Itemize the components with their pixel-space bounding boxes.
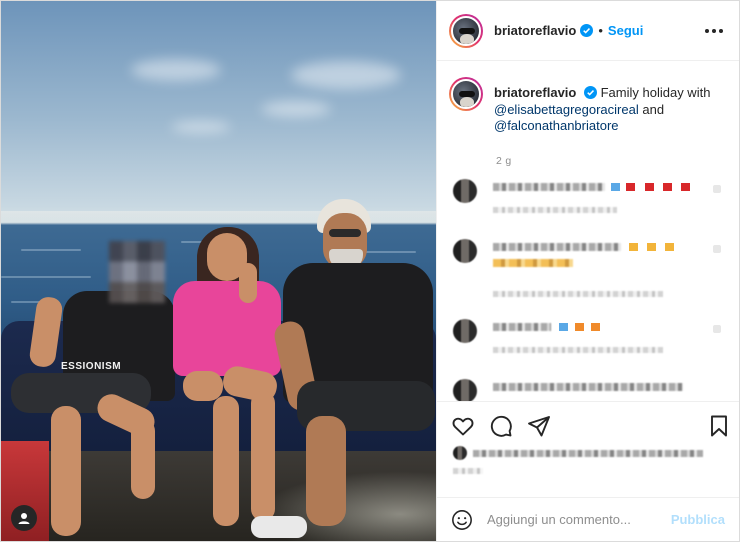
person-right-leg [306,416,346,526]
wave [361,251,416,253]
post-side-panel: briatoreflavio • Segui briatoreflavio Fa… [436,1,739,541]
post-photo[interactable]: ESSIONISM [1,1,436,541]
emoji [681,183,690,191]
caption-body: Family holiday with [600,85,711,100]
comment-item [451,379,727,401]
comment-text [493,259,573,267]
comment-meta [493,347,663,353]
user-avatar[interactable] [449,13,483,48]
emoji [575,323,584,331]
person-middle-sneaker [251,516,307,538]
more-options-icon[interactable] [705,28,723,33]
comment-like-icon[interactable] [713,185,721,193]
emoji [647,243,656,251]
caption-mention[interactable]: @falconathanbriatore [494,118,619,133]
comment-item [451,319,727,359]
emoji [629,243,638,251]
person-right-sunglasses [329,229,361,237]
commenter-avatar[interactable] [453,239,477,263]
emoji [626,183,635,191]
smiley-icon[interactable] [451,509,473,531]
caption-avatar[interactable] [449,77,483,111]
comment-item [451,239,727,299]
comment-item [451,179,727,219]
comment-like-icon[interactable] [713,245,721,253]
publish-button[interactable]: Pubblica [671,512,725,527]
comment-text [493,183,605,191]
person-middle-hand [239,263,257,303]
follow-button[interactable]: Segui [608,23,643,38]
wave [1,276,91,278]
comment-meta [493,291,663,297]
cloud [171,121,231,133]
comment-bubble-icon[interactable] [489,414,513,438]
cloud [131,59,221,81]
likes-meta [453,468,483,474]
cloud [291,61,401,89]
header-separator: • [598,23,603,38]
caption-body: and [642,101,665,117]
paper-plane-icon[interactable] [527,414,551,438]
emoji [663,183,672,191]
person-middle-leg [213,396,239,526]
bookmark-icon[interactable] [707,414,731,438]
person-left-leg [51,406,81,536]
emoji [591,323,600,331]
person-middle-thigh [183,371,223,401]
comment-like-icon[interactable] [713,325,721,333]
comments-section: briatoreflavio Family holiday with @elis… [437,61,739,401]
comment-meta [493,207,617,213]
person-middle-leg [251,391,275,521]
caption-text: briatoreflavio Family holiday with @elis… [494,77,710,135]
caption-username[interactable]: briatoreflavio [494,85,576,100]
cloud [261,101,331,117]
liker-avatar[interactable] [453,446,467,460]
commenter-avatar[interactable] [453,379,477,401]
post-header: briatoreflavio • Segui [437,1,739,61]
heart-icon[interactable] [451,414,475,438]
person-left-shin [131,419,155,499]
wave [21,249,81,251]
comment-input[interactable] [487,512,671,527]
commenter-avatar[interactable] [453,319,477,343]
emoji [665,243,674,251]
emoji [645,183,654,191]
header-username[interactable]: briatoreflavio [494,23,576,38]
account-circle-icon[interactable] [11,505,37,531]
emoji [559,323,568,331]
comment-text [493,243,621,251]
likes-summary [453,446,713,476]
add-comment-bar: Pubblica [437,497,739,541]
post-actions [437,401,739,497]
blurred-face [109,241,165,303]
instagram-post: ESSIONISM briatoreflavio • Segui briator… [0,0,740,542]
person-middle-dress [173,281,281,376]
post-time: 2 g [496,154,512,167]
caption-mention[interactable]: @elisabettagregoracireal [494,102,639,117]
verified-badge-icon [583,86,597,99]
likes-text [473,450,703,457]
emoji [611,183,620,191]
commenter-avatar[interactable] [453,179,477,203]
comment-text [493,383,683,391]
post-caption: briatoreflavio Family holiday with @elis… [449,77,727,135]
verified-badge-icon [580,24,594,37]
comment-text [493,323,551,331]
